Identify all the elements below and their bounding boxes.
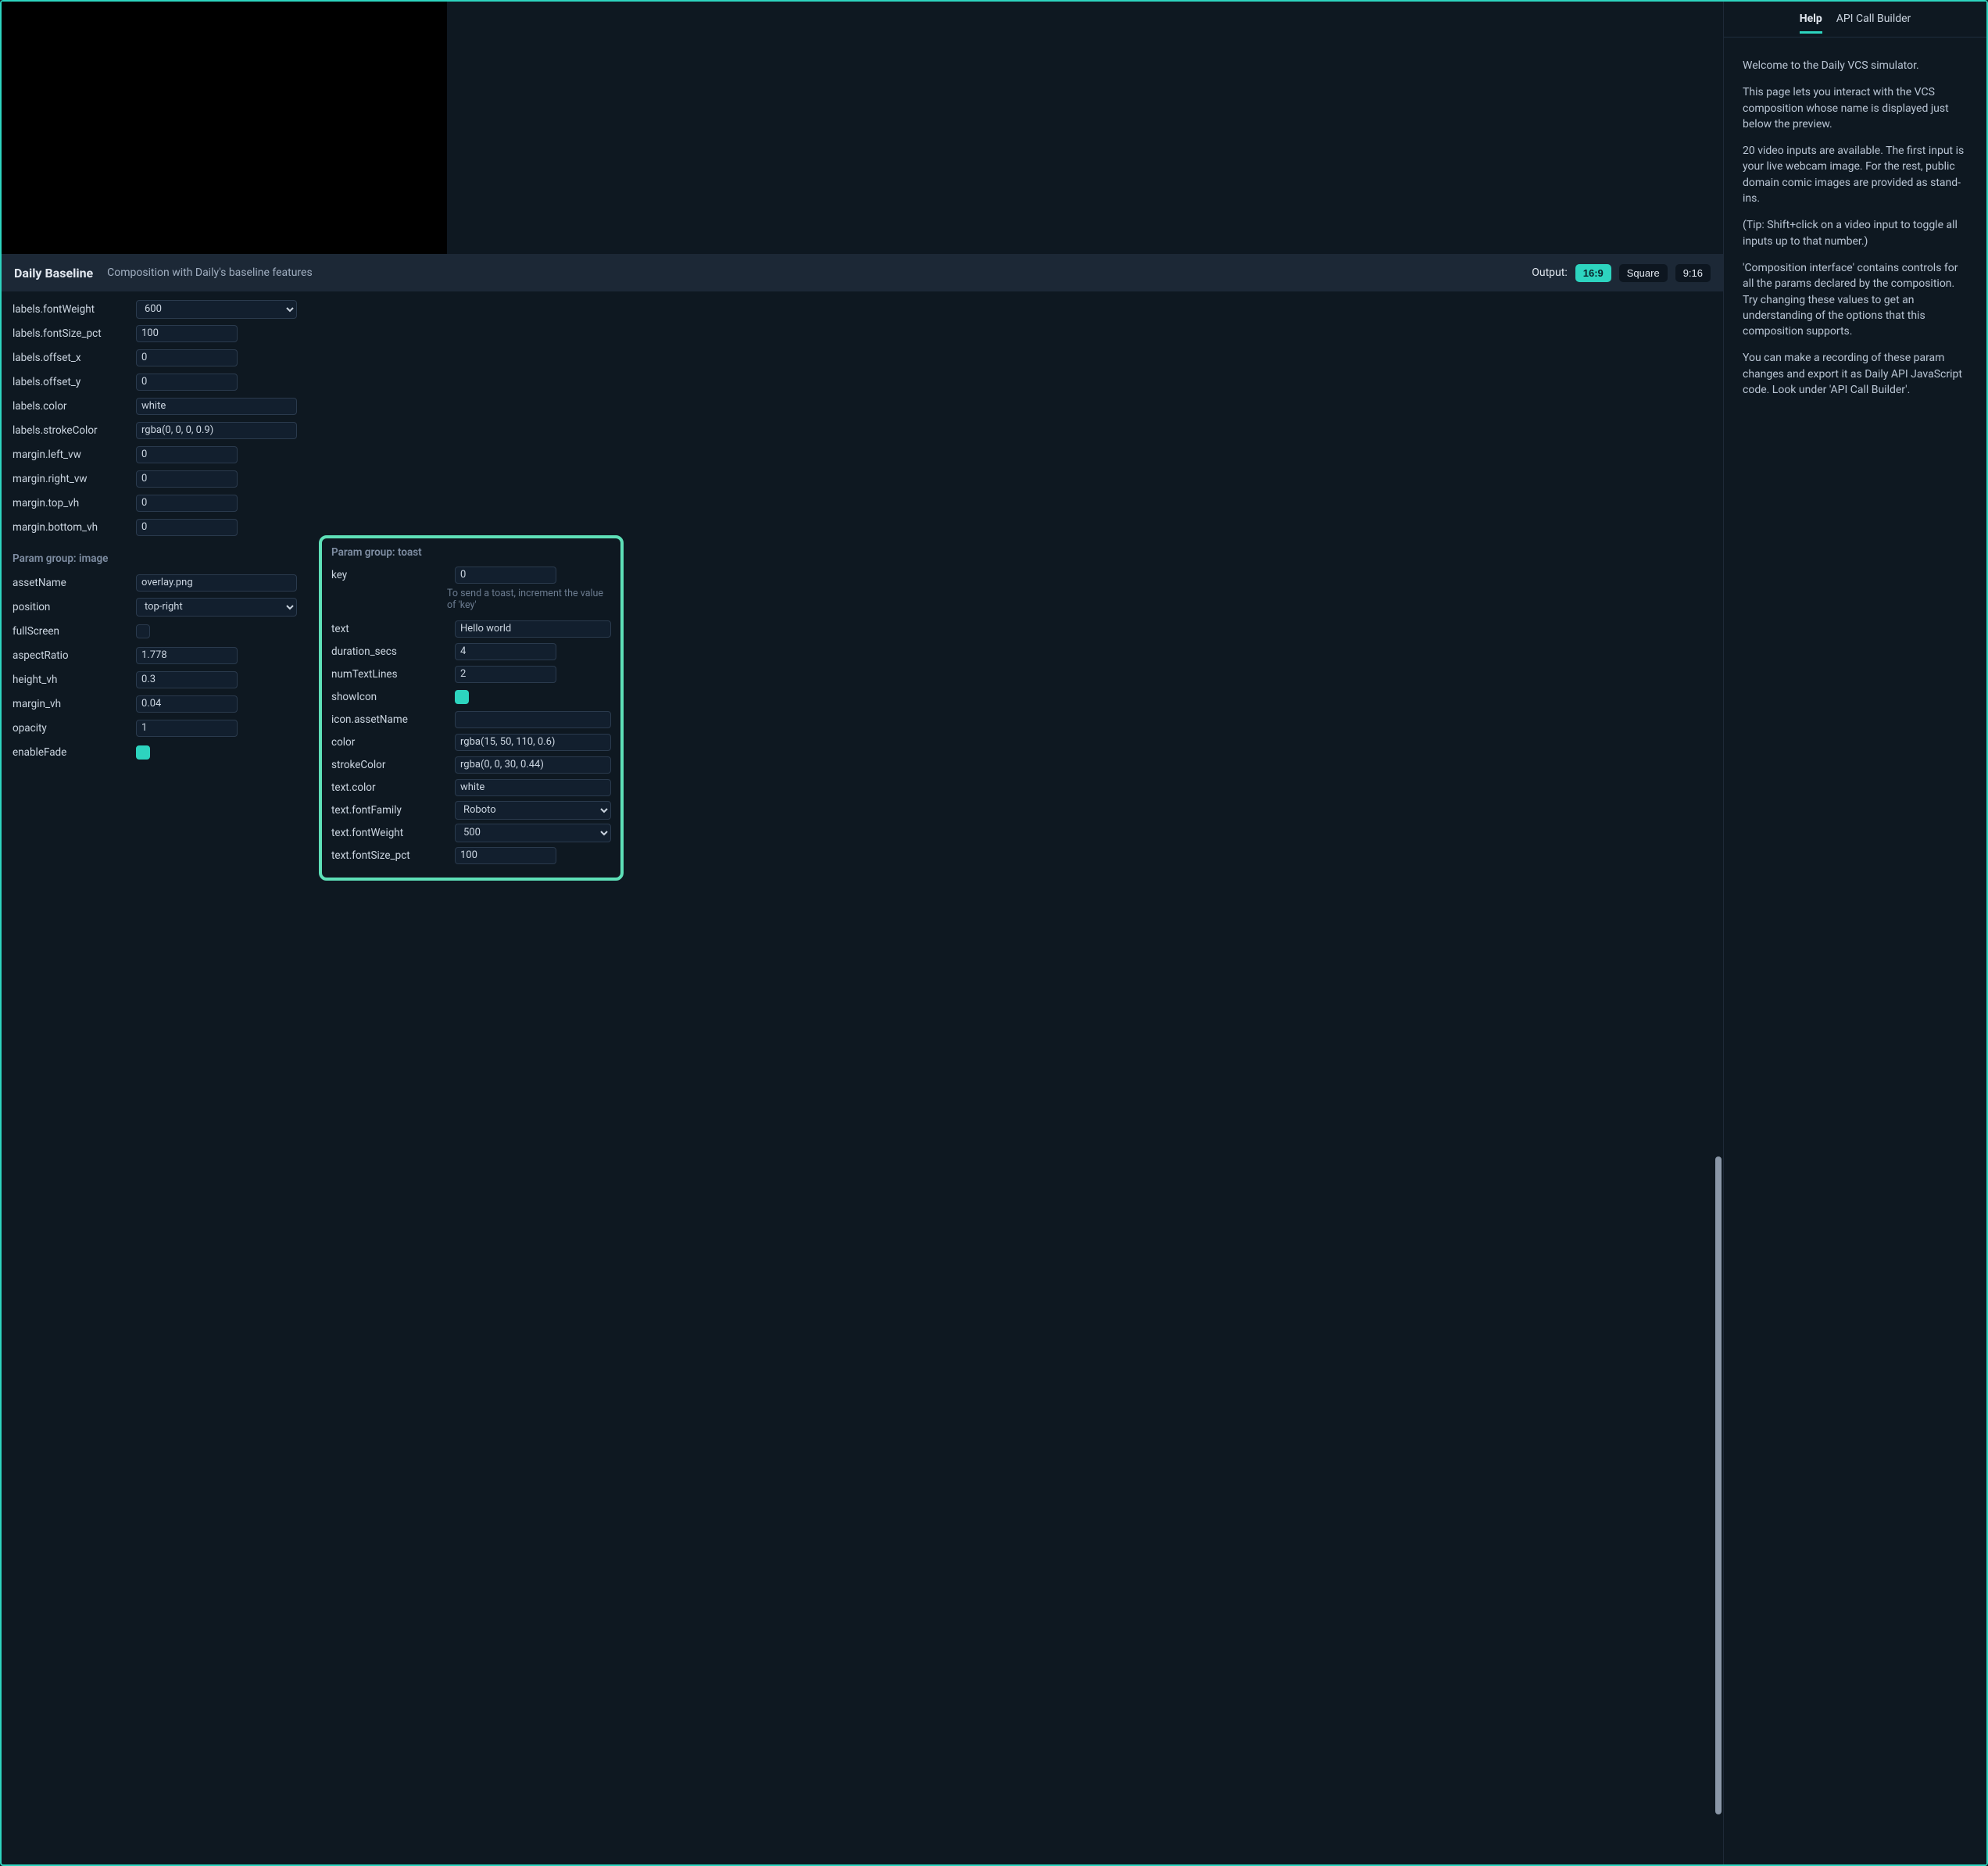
help-content: Welcome to the Daily VCS simulator. This… — [1724, 38, 1986, 418]
input-labels-offset-x[interactable] — [136, 349, 238, 366]
input-height-vh[interactable] — [136, 671, 238, 688]
input-toast-numtextlines[interactable] — [455, 666, 556, 683]
label-assetname: assetName — [13, 577, 128, 589]
input-labels-color[interactable] — [136, 398, 297, 415]
output-label: Output: — [1532, 266, 1567, 279]
input-fullscreen[interactable] — [136, 624, 150, 638]
input-toast-showicon[interactable] — [455, 690, 469, 704]
label-position: position — [13, 601, 128, 613]
input-toast-text[interactable] — [455, 620, 611, 638]
help-paragraph: (Tip: Shift+click on a video input to to… — [1743, 217, 1968, 249]
params-column-right: Param group: toast key To send a toast, … — [316, 298, 619, 881]
help-paragraph: Welcome to the Daily VCS simulator. — [1743, 58, 1968, 73]
tab-api-call-builder[interactable]: API Call Builder — [1836, 5, 1911, 34]
composition-subtitle: Composition with Daily's baseline featur… — [107, 266, 313, 279]
label-labels-strokecolor: labels.strokeColor — [13, 424, 128, 437]
title-bar: Daily Baseline Composition with Daily's … — [2, 254, 1723, 291]
label-labels-offset-y: labels.offset_y — [13, 376, 128, 388]
right-tabs: Help API Call Builder — [1724, 2, 1986, 38]
input-toast-key[interactable] — [455, 567, 556, 584]
params-scrollbar-thumb[interactable] — [1715, 1156, 1722, 1814]
input-position[interactable]: top-right — [136, 598, 297, 617]
group-heading-toast: Param group: toast — [331, 546, 611, 559]
input-aspectratio[interactable] — [136, 647, 238, 664]
output-ratio-group: Output: 16:9 Square 9:16 — [1532, 264, 1711, 282]
label-toast-text-fontsize-pct: text.fontSize_pct — [331, 849, 447, 862]
label-margin-vh: margin_vh — [13, 698, 128, 710]
preview-strip — [2, 2, 1723, 254]
input-labels-offset-y[interactable] — [136, 374, 238, 391]
label-labels-color: labels.color — [13, 400, 128, 413]
label-margin-top-vh: margin.top_vh — [13, 497, 128, 509]
label-toast-showicon: showIcon — [331, 691, 447, 703]
label-toast-strokecolor: strokeColor — [331, 759, 447, 771]
input-toast-color[interactable] — [455, 734, 611, 751]
label-toast-color: color — [331, 736, 447, 749]
label-labels-offset-x: labels.offset_x — [13, 352, 128, 364]
group-heading-image: Param group: image — [13, 552, 316, 565]
help-paragraph: This page lets you interact with the VCS… — [1743, 84, 1968, 132]
label-enablefade: enableFade — [13, 746, 128, 759]
label-toast-icon-assetname: icon.assetName — [331, 713, 447, 726]
input-assetname[interactable] — [136, 574, 297, 592]
help-paragraph: 'Composition interface' contains control… — [1743, 260, 1968, 339]
input-labels-strokecolor[interactable] — [136, 422, 297, 439]
ratio-9-16-button[interactable]: 9:16 — [1675, 264, 1711, 282]
label-aspectratio: aspectRatio — [13, 649, 128, 662]
input-labels-fontsize-pct[interactable] — [136, 325, 238, 342]
params-scrollbar[interactable] — [1715, 295, 1722, 1861]
preview-canvas[interactable] — [2, 2, 447, 254]
label-labels-fontsize-pct: labels.fontSize_pct — [13, 327, 128, 340]
label-toast-text-fontfamily: text.fontFamily — [331, 804, 447, 817]
label-toast-text-fontweight: text.fontWeight — [331, 827, 447, 839]
label-labels-fontweight: labels.fontWeight — [13, 303, 128, 316]
composition-title: Daily Baseline — [14, 266, 93, 281]
input-margin-right-vw[interactable] — [136, 470, 238, 488]
input-labels-fontweight[interactable]: 600 — [136, 300, 297, 319]
label-fullscreen: fullScreen — [13, 625, 128, 638]
label-opacity: opacity — [13, 722, 128, 735]
params-column-left: labels.fontWeight 600 labels.fontSize_pc… — [13, 298, 316, 763]
params-scroll[interactable]: labels.fontWeight 600 labels.fontSize_pc… — [2, 291, 1723, 1864]
input-enablefade[interactable] — [136, 745, 150, 760]
label-margin-bottom-vh: margin.bottom_vh — [13, 521, 128, 534]
label-toast-text: text — [331, 623, 447, 635]
label-toast-numtextlines: numTextLines — [331, 668, 447, 681]
right-pane: Help API Call Builder Welcome to the Dai… — [1724, 2, 1986, 1864]
input-opacity[interactable] — [136, 720, 238, 737]
label-margin-right-vw: margin.right_vw — [13, 473, 128, 485]
input-margin-vh[interactable] — [136, 695, 238, 713]
toast-panel: Param group: toast key To send a toast, … — [319, 535, 624, 881]
help-paragraph: 20 video inputs are available. The first… — [1743, 143, 1968, 206]
ratio-square-button[interactable]: Square — [1619, 264, 1668, 282]
help-paragraph: You can make a recording of these param … — [1743, 350, 1968, 398]
app-root: Daily Baseline Composition with Daily's … — [0, 0, 1988, 1866]
tab-help[interactable]: Help — [1800, 5, 1822, 34]
input-margin-top-vh[interactable] — [136, 495, 238, 512]
ratio-16-9-button[interactable]: 16:9 — [1575, 264, 1611, 282]
input-margin-left-vw[interactable] — [136, 446, 238, 463]
input-toast-icon-assetname[interactable] — [455, 711, 611, 728]
input-toast-strokecolor[interactable] — [455, 756, 611, 774]
input-toast-text-fontsize-pct[interactable] — [455, 847, 556, 864]
label-toast-duration: duration_secs — [331, 645, 447, 658]
left-pane: Daily Baseline Composition with Daily's … — [2, 2, 1724, 1864]
label-height-vh: height_vh — [13, 674, 128, 686]
params-area: labels.fontWeight 600 labels.fontSize_pc… — [2, 291, 1723, 1864]
input-toast-text-color[interactable] — [455, 779, 611, 796]
label-toast-key: key — [331, 569, 447, 581]
input-toast-text-fontweight[interactable]: 500 — [455, 824, 611, 842]
label-toast-text-color: text.color — [331, 781, 447, 794]
input-toast-duration[interactable] — [455, 643, 556, 660]
input-margin-bottom-vh[interactable] — [136, 519, 238, 536]
label-margin-left-vw: margin.left_vw — [13, 449, 128, 461]
help-toast-key: To send a toast, increment the value of … — [447, 588, 611, 611]
input-toast-text-fontfamily[interactable]: Roboto — [455, 801, 611, 820]
